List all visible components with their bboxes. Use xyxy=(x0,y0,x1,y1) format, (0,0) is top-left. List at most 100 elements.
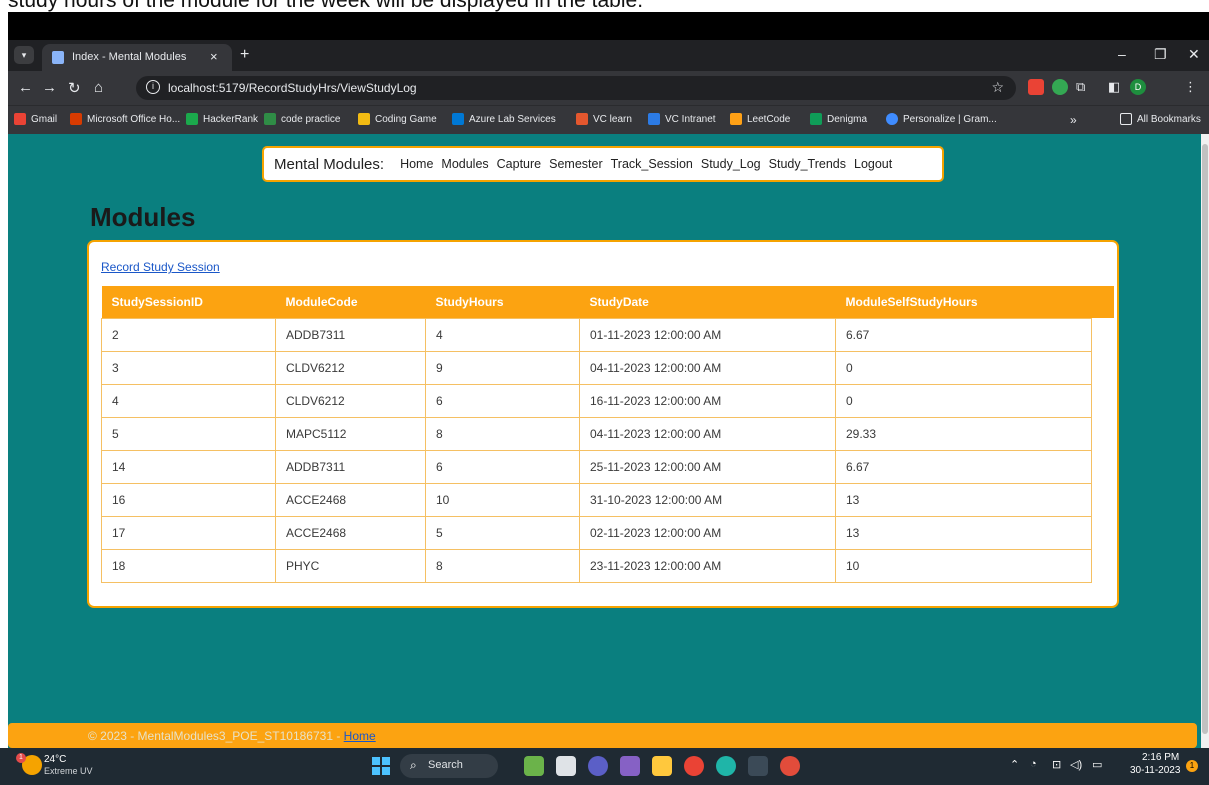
column-header: StudySessionID xyxy=(101,286,276,318)
bookmark-item[interactable]: code practice xyxy=(264,113,340,125)
page-favicon-icon xyxy=(52,51,64,64)
table-cell: 16 xyxy=(101,482,276,517)
table-row: 18 PHYC 8 23-11-2023 12:00:00 AM 10 xyxy=(101,548,1114,583)
bookmark-item[interactable]: Microsoft Office Ho... xyxy=(70,113,180,125)
nav-link-study-trends[interactable]: Study_Trends xyxy=(769,157,846,171)
table-cell: 04-11-2023 12:00:00 AM xyxy=(579,350,836,385)
volume-icon[interactable]: ◁) xyxy=(1070,758,1082,771)
bookmark-item[interactable]: Denigma xyxy=(810,113,867,125)
minimize-icon[interactable]: – xyxy=(1118,46,1126,62)
clock-time[interactable]: 2:16 PM xyxy=(1142,752,1179,763)
table-cell: 14 xyxy=(101,449,276,484)
menu-kebab-icon[interactable]: ⋮ xyxy=(1184,79,1197,95)
profile-avatar[interactable]: D xyxy=(1130,79,1146,95)
bookmark-item[interactable]: LeetCode xyxy=(730,113,790,125)
tab-close-icon[interactable]: × xyxy=(210,49,218,64)
extension-icon[interactable] xyxy=(1028,79,1044,95)
bookmark-item[interactable]: Coding Game xyxy=(358,113,437,125)
terminal-icon[interactable] xyxy=(748,756,768,776)
site-info-icon[interactable]: i xyxy=(146,80,160,94)
search-icon: ⌕ xyxy=(410,758,417,772)
navbar-brand[interactable]: Mental Modules: xyxy=(274,156,384,173)
nav-link-semester[interactable]: Semester xyxy=(549,157,603,171)
close-window-icon[interactable]: ✕ xyxy=(1188,46,1200,63)
notification-badge[interactable]: 1 xyxy=(1186,760,1198,772)
table-row: 16 ACCE2468 10 31-10-2023 12:00:00 AM 13 xyxy=(101,482,1114,517)
page-scrollbar[interactable] xyxy=(1201,134,1209,748)
table-cell: 23-11-2023 12:00:00 AM xyxy=(579,548,836,583)
table-cell: 04-11-2023 12:00:00 AM xyxy=(579,416,836,451)
nav-link-capture[interactable]: Capture xyxy=(497,157,541,171)
bookmark-item[interactable]: HackerRank xyxy=(186,113,258,125)
table-cell: 0 xyxy=(835,350,1092,385)
chrome-dev-icon[interactable] xyxy=(780,756,800,776)
table-cell: 0 xyxy=(835,383,1092,418)
gmail-icon xyxy=(14,113,26,125)
scrollbar-thumb[interactable] xyxy=(1202,144,1208,734)
taskbar-search[interactable]: ⌕ Search xyxy=(400,754,498,778)
table-cell: 6.67 xyxy=(835,317,1092,352)
weather-temperature[interactable]: 24°C xyxy=(44,754,66,765)
bookmark-item[interactable]: VC learn xyxy=(576,113,632,125)
side-panel-icon[interactable]: ◧ xyxy=(1108,79,1120,95)
table-cell: 18 xyxy=(101,548,276,583)
bookmark-item[interactable]: Gmail xyxy=(14,113,57,125)
table-cell: 4 xyxy=(101,383,276,418)
hackerrank-icon xyxy=(186,113,198,125)
tab-active[interactable]: Index - Mental Modules × xyxy=(42,44,232,71)
back-icon[interactable]: ← xyxy=(18,79,33,96)
footer-text: © 2023 - MentalModules3_POE_ST10186731 -… xyxy=(88,729,376,743)
battery-icon[interactable]: ▭ xyxy=(1092,758,1102,771)
nav-link-logout[interactable]: Logout xyxy=(854,157,892,171)
new-tab-icon[interactable]: + xyxy=(240,46,249,64)
nav-link-home[interactable]: Home xyxy=(400,157,433,171)
restore-icon[interactable]: ❐ xyxy=(1154,46,1167,63)
visual-studio-icon[interactable] xyxy=(620,756,640,776)
address-bar-row: ← → ↻ ⌂ i localhost:5179/RecordStudyHrs/… xyxy=(8,71,1209,105)
widgets-app-icon[interactable] xyxy=(524,756,544,776)
bookmark-item[interactable]: Azure Lab Services xyxy=(452,113,556,125)
coding-game-icon xyxy=(358,113,370,125)
task-view-icon[interactable] xyxy=(556,756,576,776)
footer-home-link[interactable]: Home xyxy=(344,729,376,743)
all-bookmarks[interactable]: All Bookmarks xyxy=(1120,113,1201,125)
code-practice-icon xyxy=(264,113,276,125)
edge-icon[interactable] xyxy=(716,756,736,776)
grammarly-icon[interactable] xyxy=(1052,79,1068,95)
address-bar[interactable]: i localhost:5179/RecordStudyHrs/ViewStud… xyxy=(136,76,1016,100)
extensions-puzzle-icon[interactable]: ⧉ xyxy=(1076,79,1085,95)
column-header: ModuleCode xyxy=(275,286,426,318)
teams-icon[interactable] xyxy=(588,756,608,776)
record-study-session-link[interactable]: Record Study Session xyxy=(101,260,220,274)
table-cell: 02-11-2023 12:00:00 AM xyxy=(579,515,836,550)
clock-date[interactable]: 30-11-2023 xyxy=(1130,765,1180,776)
windows-start-icon[interactable] xyxy=(372,757,390,775)
tab-search-icon[interactable]: ▾ xyxy=(14,46,34,64)
table-cell: 4 xyxy=(425,317,580,352)
table-cell: 10 xyxy=(425,482,580,517)
forward-icon[interactable]: → xyxy=(42,79,57,96)
nav-link-study-log[interactable]: Study_Log xyxy=(701,157,761,171)
bookmarks-overflow-icon[interactable]: » xyxy=(1070,113,1077,127)
chrome-icon[interactable] xyxy=(684,756,704,776)
reload-icon[interactable]: ↻ xyxy=(68,79,81,97)
nav-link-modules[interactable]: Modules xyxy=(441,157,488,171)
bookmark-star-icon[interactable]: ☆ xyxy=(991,79,1004,96)
tray-app-icon[interactable]: ◔ xyxy=(1030,758,1037,770)
header-spacer xyxy=(1091,286,1114,318)
file-explorer-icon[interactable] xyxy=(652,756,672,776)
table-cell: ADDB7311 xyxy=(275,449,426,484)
bookmark-item[interactable]: VC Intranet xyxy=(648,113,716,125)
table-cell: PHYC xyxy=(275,548,426,583)
url-text[interactable]: localhost:5179/RecordStudyHrs/ViewStudyL… xyxy=(168,81,417,95)
tray-overflow-icon[interactable]: ⌃ xyxy=(1010,758,1019,771)
nav-link-track-session[interactable]: Track_Session xyxy=(611,157,693,171)
column-header: StudyHours xyxy=(425,286,580,318)
weather-description[interactable]: Extreme UV xyxy=(44,766,93,776)
network-icon[interactable]: ⊡ xyxy=(1052,758,1061,771)
home-icon[interactable]: ⌂ xyxy=(94,79,103,96)
table-cell: 9 xyxy=(425,350,580,385)
bookmark-item[interactable]: Personalize | Gram... xyxy=(886,113,997,125)
window-top-strip xyxy=(8,12,1209,40)
table-cell: 17 xyxy=(101,515,276,550)
